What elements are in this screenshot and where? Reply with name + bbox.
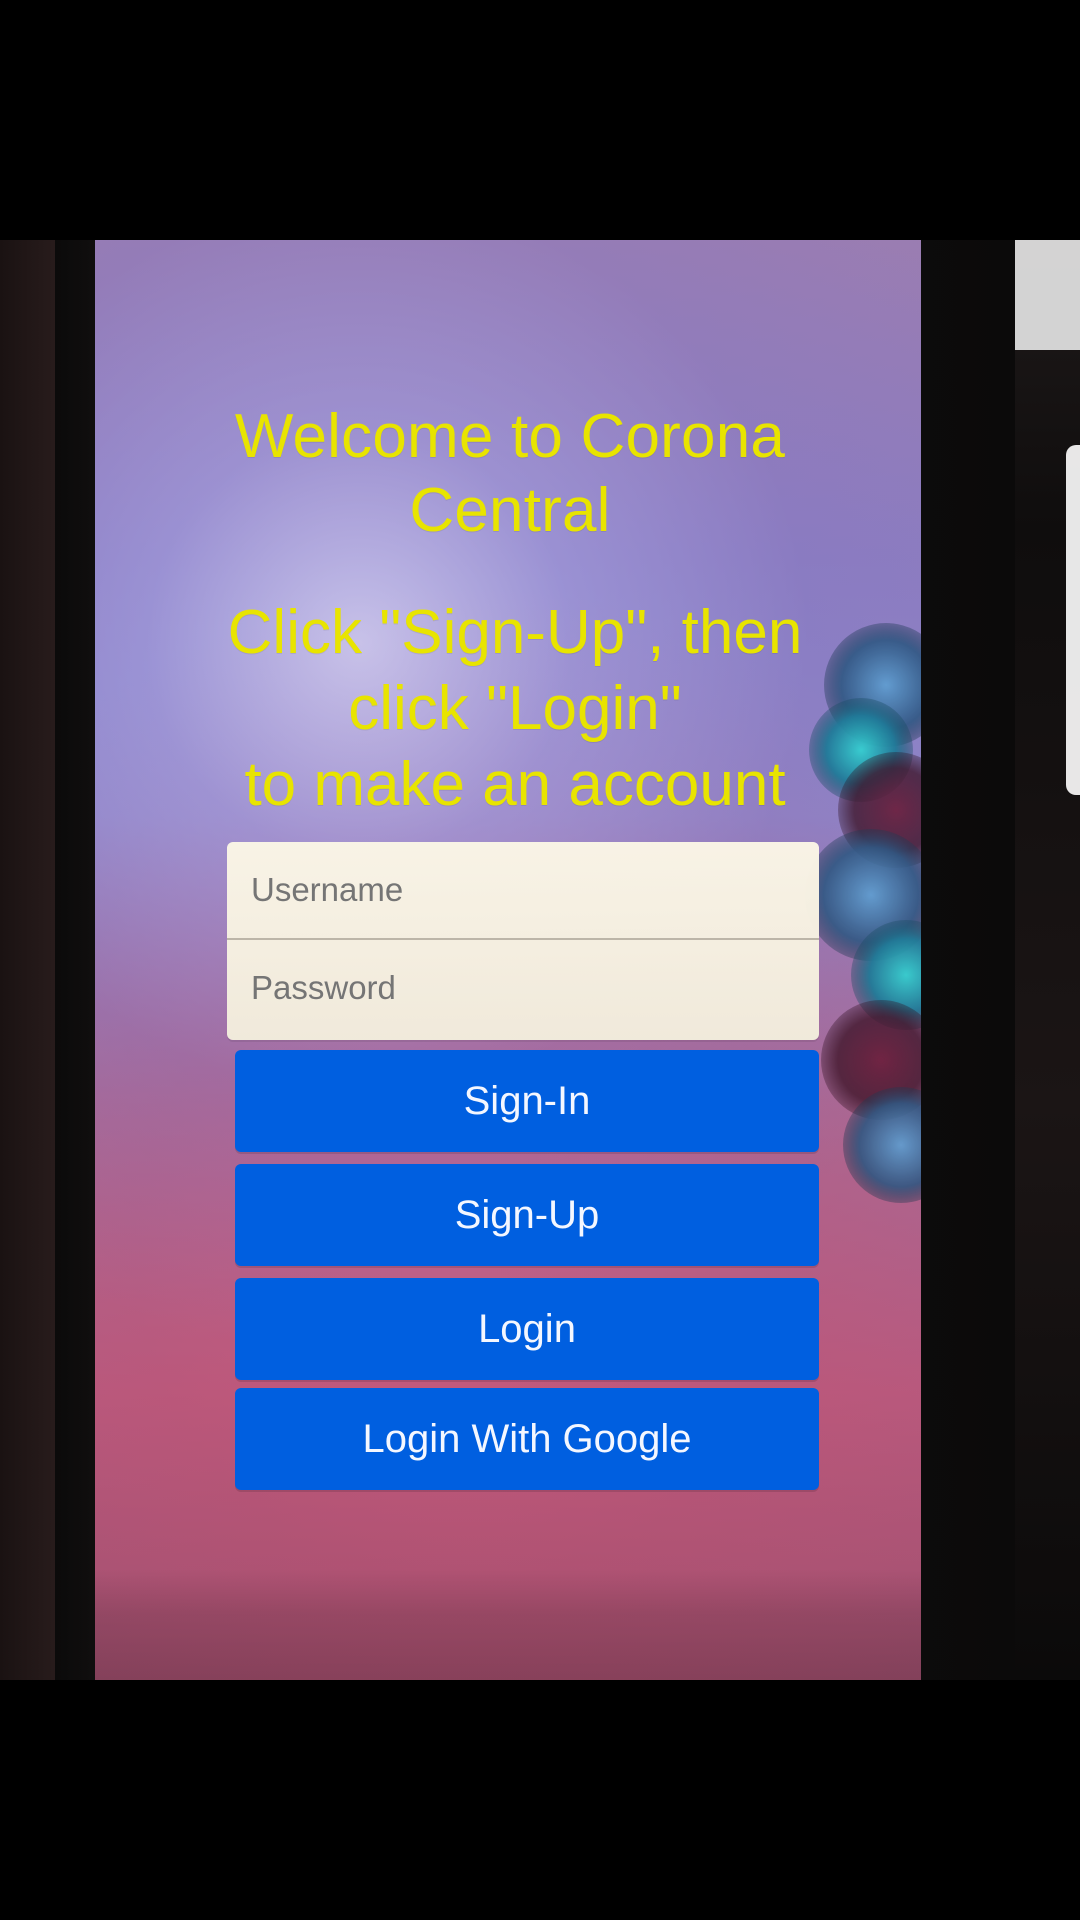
login-form <box>227 842 819 1040</box>
sign-up-button[interactable]: Sign-Up <box>235 1164 819 1266</box>
screenshot-frame: Welcome to Corona Central Click "Sign-Up… <box>0 0 1080 1920</box>
app-screen: Welcome to Corona Central Click "Sign-Up… <box>95 240 921 1680</box>
welcome-title: Welcome to Corona Central <box>234 402 786 545</box>
login-with-google-button[interactable]: Login With Google <box>235 1388 819 1490</box>
screen-content: Welcome to Corona Central Click "Sign-Up… <box>95 240 921 1680</box>
sign-in-button[interactable]: Sign-In <box>235 1050 819 1152</box>
username-input[interactable] <box>227 842 819 938</box>
instructions-text: Click "Sign-Up", then click "Login" to m… <box>227 598 803 819</box>
photo-of-device: Welcome to Corona Central Click "Sign-Up… <box>0 240 1080 1680</box>
screen-bottom-shade <box>95 1570 921 1680</box>
background-white-tab <box>1066 445 1080 795</box>
password-input[interactable] <box>227 940 819 1036</box>
login-button[interactable]: Login <box>235 1278 819 1380</box>
